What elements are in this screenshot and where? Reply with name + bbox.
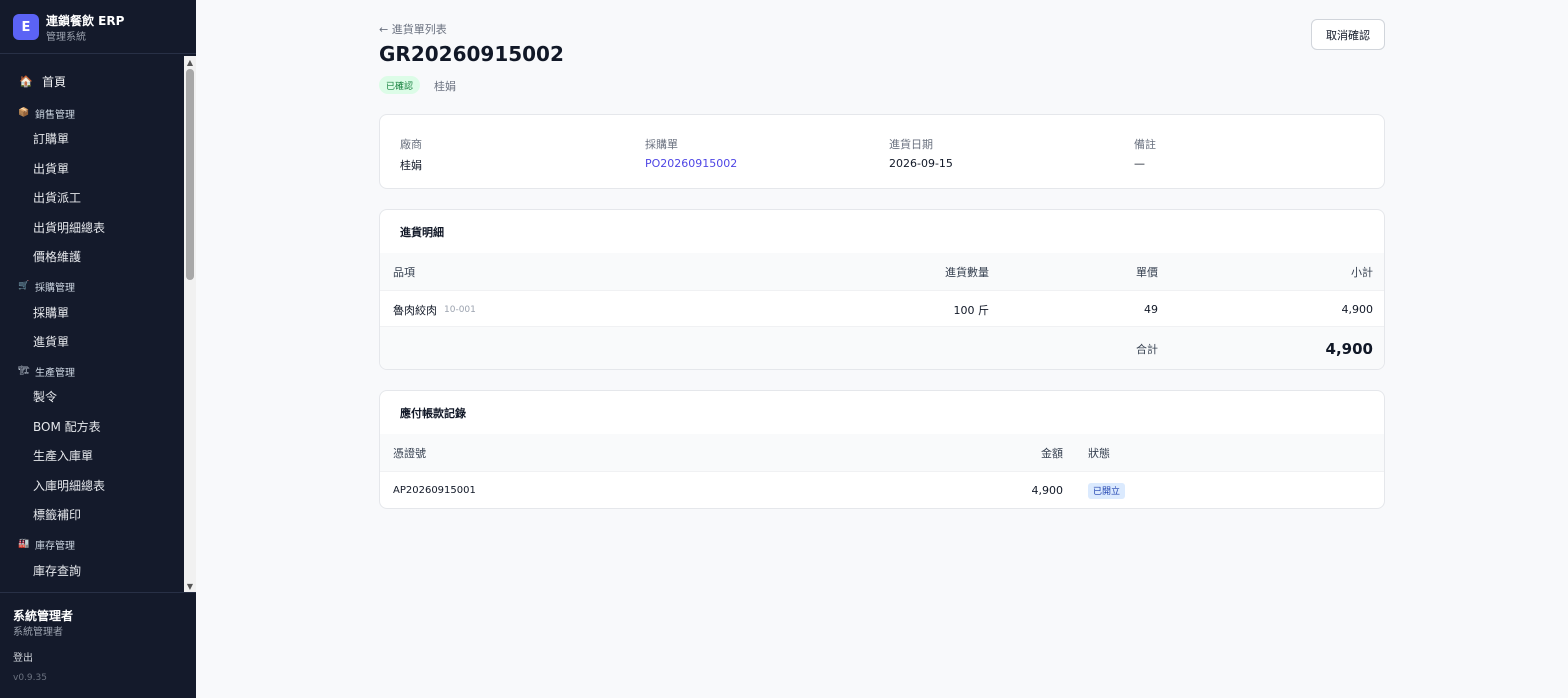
scroll-down-arrow-icon[interactable]: ▼ — [184, 580, 196, 592]
item-name: 魯肉絞肉 — [393, 303, 437, 317]
package-icon: 📦 — [18, 108, 30, 118]
logout-link[interactable]: 登出 — [13, 649, 33, 664]
info-date: 進貨日期 2026-09-15 — [889, 136, 953, 170]
sidebar-item-home[interactable]: 🏠 首頁 — [18, 68, 184, 94]
purchase-order-link[interactable]: PO20260915002 — [645, 157, 737, 170]
column-header-qty: 進貨數量 — [945, 265, 989, 279]
brand-logo: E — [13, 14, 39, 40]
sidebar-item-label: 首頁 — [42, 74, 67, 89]
info-label: 進貨日期 — [889, 138, 933, 151]
sidebar-group-production[interactable]: 🏗 生產管理 — [18, 358, 184, 384]
column-header-amount: 金額 — [1041, 446, 1063, 460]
sidebar-item-goods-receipt[interactable]: 進貨單 — [33, 328, 184, 354]
status-cell: 已開立 — [1088, 472, 1126, 508]
sidebar-item-inventory-query[interactable]: 庫存查詢 — [33, 557, 184, 583]
home-icon: 🏠 — [19, 74, 33, 88]
column-header-status: 狀態 — [1088, 446, 1110, 460]
factory-icon: 🏭 — [18, 539, 30, 549]
receipt-info-card: 廠商 桂娟 採購單 PO20260915002 進貨日期 2026-09-15 … — [379, 114, 1385, 189]
user-panel: 系統管理者 系統管理者 登出 v0.9.35 — [0, 592, 196, 698]
sidebar-nav: 🏠 首頁 📦 銷售管理 訂購單 出貨單 出貨派工 出貨明細總表 價格維護 🛒 採… — [0, 56, 184, 592]
user-name: 系統管理者 — [13, 609, 74, 623]
sidebar-item-dispatch[interactable]: 出貨派工 — [33, 184, 184, 210]
sidebar-group-sales[interactable]: 📦 銷售管理 — [18, 100, 184, 126]
sidebar-group-inventory[interactable]: 🏭 庫存管理 — [18, 531, 184, 557]
sidebar-item-receipt-detail[interactable]: 入庫明細總表 — [33, 472, 184, 498]
table-row: 魯肉絞肉 10-001 100 斤 49 4,900 — [380, 290, 1384, 328]
sidebar-item-work-order[interactable]: 製令 — [33, 383, 184, 409]
section-title: 進貨明細 — [400, 226, 444, 239]
info-note: 備註 — — [1134, 136, 1156, 170]
payable-records-card: 應付帳款記錄 憑證號 金額 狀態 AP20260915001 4,900 已開立 — [379, 390, 1385, 509]
sidebar-group-label: 銷售管理 — [35, 109, 75, 121]
info-value: 2026-09-15 — [889, 157, 953, 170]
header-vendor: 桂娟 — [434, 80, 456, 93]
sidebar-item-shipment-detail[interactable]: 出貨明細總表 — [33, 214, 184, 240]
item-code: 10-001 — [444, 304, 476, 315]
brand-header: E 連鎖餐飲 ERP 管理系統 — [0, 0, 196, 54]
price-cell: 49 — [1144, 303, 1158, 316]
info-label: 備註 — [1134, 138, 1156, 151]
scrollbar-thumb[interactable] — [186, 69, 194, 280]
brand-subtitle: 管理系統 — [46, 32, 86, 43]
table-header: 品項 進貨數量 單價 小計 — [380, 253, 1384, 290]
table-row: AP20260915001 4,900 已開立 — [380, 471, 1384, 508]
status-badge: 已確認 — [379, 76, 421, 94]
sidebar-item-order[interactable]: 訂購單 — [33, 125, 184, 151]
table-header: 憑證號 金額 狀態 — [380, 434, 1384, 471]
cart-icon: 🛒 — [18, 281, 30, 291]
sidebar-item-bom[interactable]: BOM 配方表 — [33, 413, 184, 439]
sidebar-group-label: 採購管理 — [35, 282, 75, 294]
sidebar-item-shipment[interactable]: 出貨單 — [33, 155, 184, 181]
status-badge: 已開立 — [1088, 482, 1126, 499]
item-cell: 魯肉絞肉 10-001 — [393, 291, 476, 328]
sidebar-item-purchase-order[interactable]: 採購單 — [33, 299, 184, 325]
receipt-items-card: 進貨明細 品項 進貨數量 單價 小計 魯肉絞肉 10-001 100 斤 49 … — [379, 209, 1385, 370]
column-header-price: 單價 — [1136, 265, 1158, 279]
brand-title: 連鎖餐飲 ERP — [46, 14, 125, 28]
cancel-confirm-button[interactable]: 取消確認 — [1311, 19, 1385, 50]
main-content: ← 進貨單列表 GR20260915002 已確認 桂娟 取消確認 廠商 桂娟 … — [196, 0, 1568, 698]
column-header-voucher: 憑證號 — [393, 446, 426, 460]
section-title: 應付帳款記錄 — [400, 407, 466, 420]
table-footer: 合計 4,900 — [380, 327, 1384, 369]
sidebar-group-purchase[interactable]: 🛒 採購管理 — [18, 273, 184, 299]
sidebar-group-label: 生產管理 — [35, 367, 75, 379]
column-header-subtotal: 小計 — [1351, 265, 1373, 279]
info-label: 廠商 — [400, 138, 422, 151]
page-title: GR20260915002 — [379, 42, 564, 66]
sidebar-group-label: 庫存管理 — [35, 540, 75, 552]
voucher-cell: AP20260915001 — [393, 485, 476, 496]
qty-cell: 100 斤 — [953, 303, 990, 317]
subtotal-cell: 4,900 — [1341, 303, 1374, 316]
info-label: 採購單 — [645, 138, 678, 151]
info-po: 採購單 PO20260915002 — [645, 136, 737, 170]
sidebar: E 連鎖餐飲 ERP 管理系統 🏠 首頁 📦 銷售管理 訂購單 出貨單 出貨派工… — [0, 0, 196, 698]
sidebar-scrollbar[interactable]: ▲ ▼ — [184, 56, 196, 592]
total-value: 4,900 — [1325, 340, 1373, 358]
sidebar-item-production-receipt[interactable]: 生產入庫單 — [33, 442, 184, 468]
user-role: 系統管理者 — [13, 627, 63, 638]
sidebar-item-label-reprint[interactable]: 標籤補印 — [33, 501, 184, 527]
sidebar-item-price[interactable]: 價格維護 — [33, 243, 184, 269]
scroll-up-arrow-icon[interactable]: ▲ — [184, 56, 196, 68]
app-version: v0.9.35 — [13, 673, 47, 683]
total-label: 合計 — [1136, 343, 1158, 356]
info-value: — — [1134, 157, 1145, 170]
back-to-list-link[interactable]: ← 進貨單列表 — [379, 21, 447, 37]
crane-icon: 🏗 — [18, 366, 30, 376]
info-vendor: 廠商 桂娟 — [400, 136, 422, 173]
amount-cell: 4,900 — [1031, 484, 1064, 497]
column-header-item: 品項 — [393, 265, 415, 279]
info-value: 桂娟 — [400, 159, 422, 172]
